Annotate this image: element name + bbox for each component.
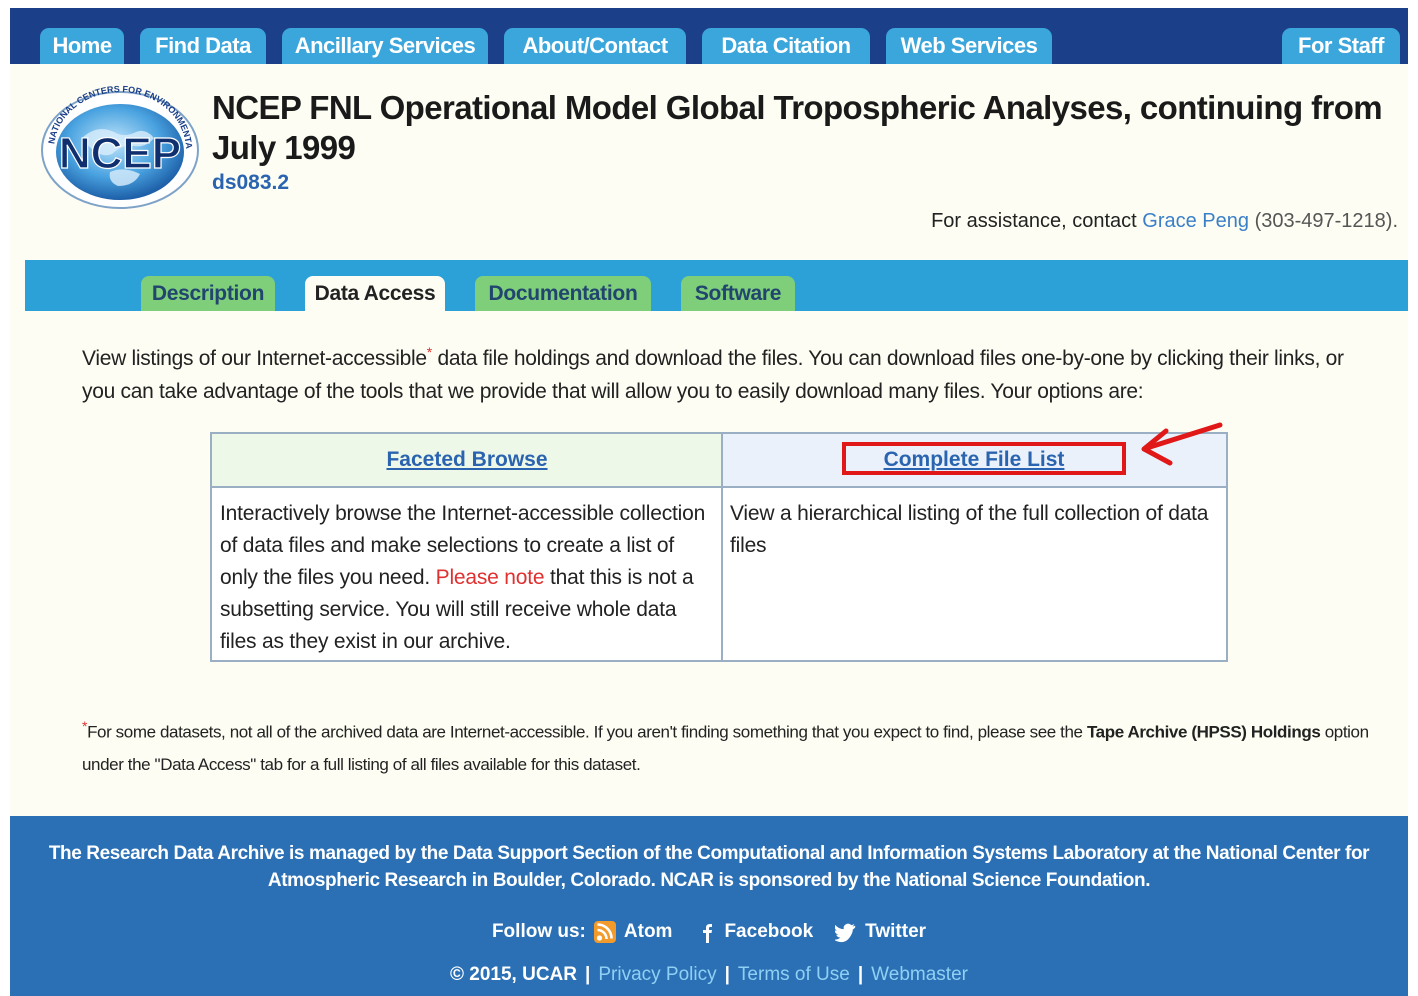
- footnote-text-1: For some datasets, not all of the archiv…: [87, 722, 1087, 742]
- column-divider: [721, 434, 723, 660]
- facebook-link[interactable]: Facebook: [724, 921, 813, 943]
- dataset-id: ds083.2: [212, 171, 290, 194]
- please-note: Please note: [435, 566, 545, 589]
- atom-feed-icon[interactable]: [593, 920, 616, 944]
- footer-description: The Research Data Archive is managed by …: [48, 843, 1370, 891]
- highlight-box: [842, 442, 1126, 475]
- follow-label: Follow us:: [491, 921, 586, 942]
- twitter-link[interactable]: Twitter: [865, 921, 926, 943]
- faceted-browse-description: Interactively browse the Internet-access…: [220, 498, 715, 658]
- follow-us-row: Follow us: Atom Facebook Twitter: [10, 920, 1408, 944]
- faceted-browse-link[interactable]: Faceted Browse: [386, 448, 547, 472]
- tab-description[interactable]: Description: [141, 276, 275, 311]
- faceted-browse-header: Faceted Browse: [212, 434, 722, 486]
- facebook-icon[interactable]: [694, 920, 717, 944]
- nav-about-contact[interactable]: About/Contact: [504, 28, 686, 64]
- contact-phone: (303-497-1218).: [1249, 210, 1398, 232]
- nav-find-data[interactable]: Find Data: [140, 28, 266, 64]
- privacy-policy-link[interactable]: Privacy Policy: [598, 964, 716, 985]
- row-divider: [212, 486, 1226, 488]
- webmaster-link[interactable]: Webmaster: [871, 964, 968, 985]
- atom-link[interactable]: Atom: [624, 921, 673, 943]
- nav-web-services[interactable]: Web Services: [886, 28, 1052, 64]
- separator: |: [585, 964, 591, 985]
- dataset-tab-bar: Description Data Access Documentation So…: [25, 260, 1408, 311]
- copyright: © 2015, UCAR: [450, 964, 578, 985]
- page-title: NCEP FNL Operational Model Global Tropos…: [212, 89, 1383, 166]
- top-nav: Home Find Data Ancillary Services About/…: [10, 8, 1408, 64]
- twitter-icon[interactable]: [835, 920, 857, 944]
- legal-links: © 2015, UCAR | Privacy Policy | Terms of Use…: [10, 964, 1408, 986]
- assist-prefix: For assistance, contact: [931, 210, 1143, 232]
- tab-software[interactable]: Software: [681, 276, 795, 311]
- tab-data-access[interactable]: Data Access: [305, 276, 445, 311]
- tape-archive-holdings: Tape Archive (HPSS) Holdings: [1086, 722, 1321, 742]
- nav-ancillary-services[interactable]: Ancillary Services: [282, 28, 488, 64]
- nav-for-staff[interactable]: For Staff: [1282, 28, 1400, 64]
- intro-text-1: View listings of our Internet-accessible: [82, 347, 427, 370]
- complete-file-list-description: View a hierarchical listing of the full …: [730, 502, 1209, 557]
- terms-of-use-link[interactable]: Terms of Use: [738, 964, 850, 985]
- contact-name-link[interactable]: Grace Peng: [1142, 210, 1249, 232]
- ncep-logo: NATIONAL CENTERS FOR ENVIRONMENTAL PREDI…: [32, 80, 199, 209]
- tab-documentation[interactable]: Documentation: [475, 276, 651, 311]
- footnote: *For some datasets, not all of the archi…: [82, 710, 1372, 781]
- nav-home[interactable]: Home: [40, 28, 124, 64]
- page: Home Find Data Ancillary Services About/…: [10, 8, 1408, 996]
- intro-paragraph: View listings of our Internet-accessible…: [82, 336, 1352, 408]
- separator: |: [724, 964, 730, 985]
- red-arrow-icon: [1141, 422, 1223, 466]
- assistance-contact: For assistance, contact Grace Peng (303-…: [931, 210, 1398, 233]
- footer: The Research Data Archive is managed by …: [10, 816, 1408, 996]
- nav-data-citation[interactable]: Data Citation: [702, 28, 870, 64]
- logo-text: NCEP: [59, 129, 181, 178]
- separator: |: [857, 964, 864, 985]
